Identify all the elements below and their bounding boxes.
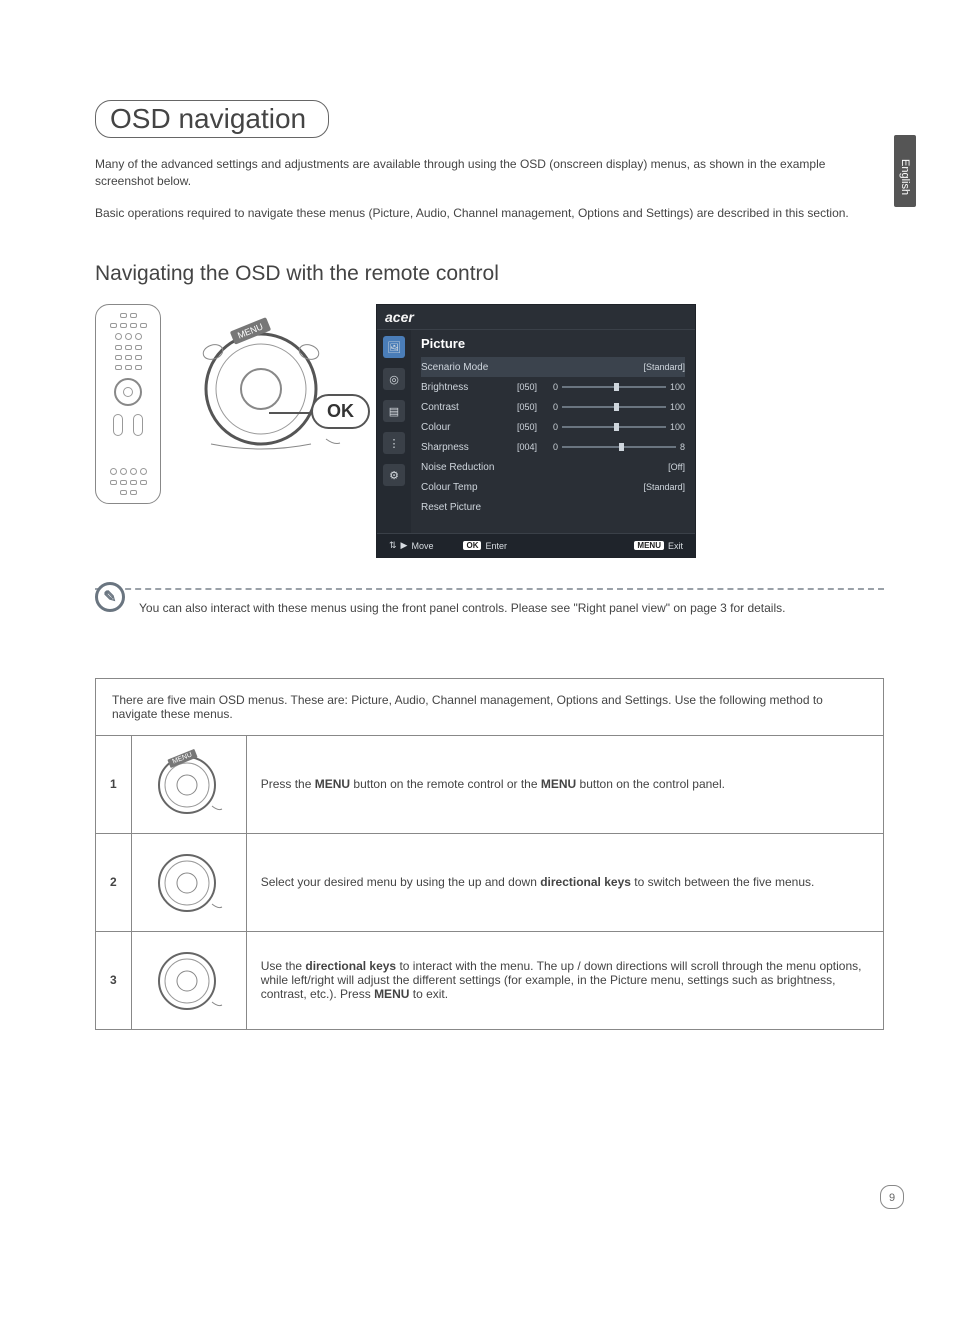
- remote-closeup: MENU OK: [191, 304, 346, 459]
- step-number: 2: [96, 833, 132, 931]
- step-illustration: [131, 833, 246, 931]
- osd-row-value: [050]: [517, 402, 553, 412]
- osd-slider[interactable]: 0100: [553, 422, 685, 432]
- remote-schematic: [95, 304, 161, 504]
- osd-row-text: [Standard]: [643, 362, 685, 372]
- intro-paragraph-1: Many of the advanced settings and adjust…: [95, 156, 884, 191]
- dpad-thumb: [154, 846, 224, 916]
- osd-row-label: Colour: [421, 422, 517, 433]
- osd-slider[interactable]: 0100: [553, 402, 685, 412]
- osd-row-label: Sharpness: [421, 442, 517, 453]
- osd-row-label: Colour Temp: [421, 482, 517, 493]
- osd-hint-enter: OK Enter: [463, 540, 507, 551]
- section-title-box: OSD navigation: [95, 100, 329, 138]
- note-icon: ✎: [95, 582, 125, 612]
- osd-row-value: [050]: [517, 422, 553, 432]
- note-text: You can also interact with these menus u…: [139, 600, 785, 617]
- steps-table: There are five main OSD menus. These are…: [95, 678, 884, 1030]
- step-text: Use the directional keys to interact wit…: [246, 931, 883, 1029]
- step-illustration: [131, 931, 246, 1029]
- osd-nav: 🖼 ◎ ▤ ⋮ ⚙: [377, 330, 411, 533]
- osd-footer: ⇅ ▶ Move OK Enter MENU Exit: [377, 533, 695, 557]
- osd-brand: acer: [377, 305, 695, 330]
- page-number: 9: [880, 1185, 904, 1209]
- subsection-title: Navigating the OSD with the remote contr…: [95, 262, 884, 286]
- osd-row-noise-reduction[interactable]: Noise Reduction [Off]: [421, 457, 685, 477]
- note-box: ✎ You can also interact with these menus…: [95, 588, 884, 617]
- osd-row-text: [Off]: [668, 462, 685, 472]
- osd-nav-options-icon[interactable]: ⋮: [383, 432, 405, 454]
- osd-row-label: Contrast: [421, 402, 517, 413]
- step-row-3: 3 Use the directional keys to interact wi…: [96, 931, 884, 1029]
- osd-nav-audio-icon[interactable]: ◎: [383, 368, 405, 390]
- dpad-thumb: [154, 944, 224, 1014]
- step-text: Press the MENU button on the remote cont…: [246, 735, 883, 833]
- osd-hint-move: ⇅ ▶ Move: [389, 540, 433, 551]
- osd-row-label: Scenario Mode: [421, 362, 517, 373]
- osd-screenshot: acer 🖼 ◎ ▤ ⋮ ⚙ Picture Scenario Mode [Sta…: [376, 304, 696, 558]
- osd-row-colour-temp[interactable]: Colour Temp [Standard]: [421, 477, 685, 497]
- steps-intro: There are five main OSD menus. These are…: [96, 678, 884, 735]
- osd-row-sharpness[interactable]: Sharpness[004]08: [421, 437, 685, 457]
- osd-row-label: Brightness: [421, 382, 517, 393]
- updown-icon: ⇅: [389, 540, 397, 551]
- osd-row-value: [050]: [517, 382, 553, 392]
- step-row-1: 1 MENU Press the MENU button on the remote…: [96, 735, 884, 833]
- osd-row-text: [Standard]: [643, 482, 685, 492]
- osd-slider[interactable]: 0100: [553, 382, 685, 392]
- osd-row-scenario-mode[interactable]: Scenario Mode [Standard]: [421, 357, 685, 377]
- osd-row-colour[interactable]: Colour[050]0100: [421, 417, 685, 437]
- osd-nav-settings-icon[interactable]: ⚙: [383, 464, 405, 486]
- illustration-row: MENU OK acer 🖼 ◎ ▤ ⋮ ⚙ Picture Scenario …: [95, 304, 884, 558]
- step-text: Select your desired menu by using the up…: [246, 833, 883, 931]
- osd-row-value: [004]: [517, 442, 553, 452]
- osd-row-brightness[interactable]: Brightness[050]0100: [421, 377, 685, 397]
- osd-row-label: Noise Reduction: [421, 462, 517, 473]
- osd-nav-picture-icon[interactable]: 🖼: [383, 336, 405, 358]
- step-row-2: 2 Select your desired menu by using the u…: [96, 833, 884, 931]
- dpad-thumb: MENU: [154, 748, 224, 818]
- ok-callout: OK: [311, 394, 370, 429]
- osd-row-contrast[interactable]: Contrast[050]0100: [421, 397, 685, 417]
- osd-row-label: Reset Picture: [421, 502, 517, 513]
- step-illustration: MENU: [131, 735, 246, 833]
- osd-row-reset-picture[interactable]: Reset Picture: [421, 497, 685, 517]
- language-tab: English: [894, 135, 916, 207]
- osd-slider[interactable]: 08: [553, 442, 685, 452]
- osd-hint-exit: MENU Exit: [634, 540, 683, 551]
- intro-paragraph-2: Basic operations required to navigate th…: [95, 205, 884, 222]
- osd-nav-channel-icon[interactable]: ▤: [383, 400, 405, 422]
- page-title: OSD navigation: [110, 103, 306, 135]
- step-number: 1: [96, 735, 132, 833]
- osd-menu-title: Picture: [421, 336, 685, 351]
- step-number: 3: [96, 931, 132, 1029]
